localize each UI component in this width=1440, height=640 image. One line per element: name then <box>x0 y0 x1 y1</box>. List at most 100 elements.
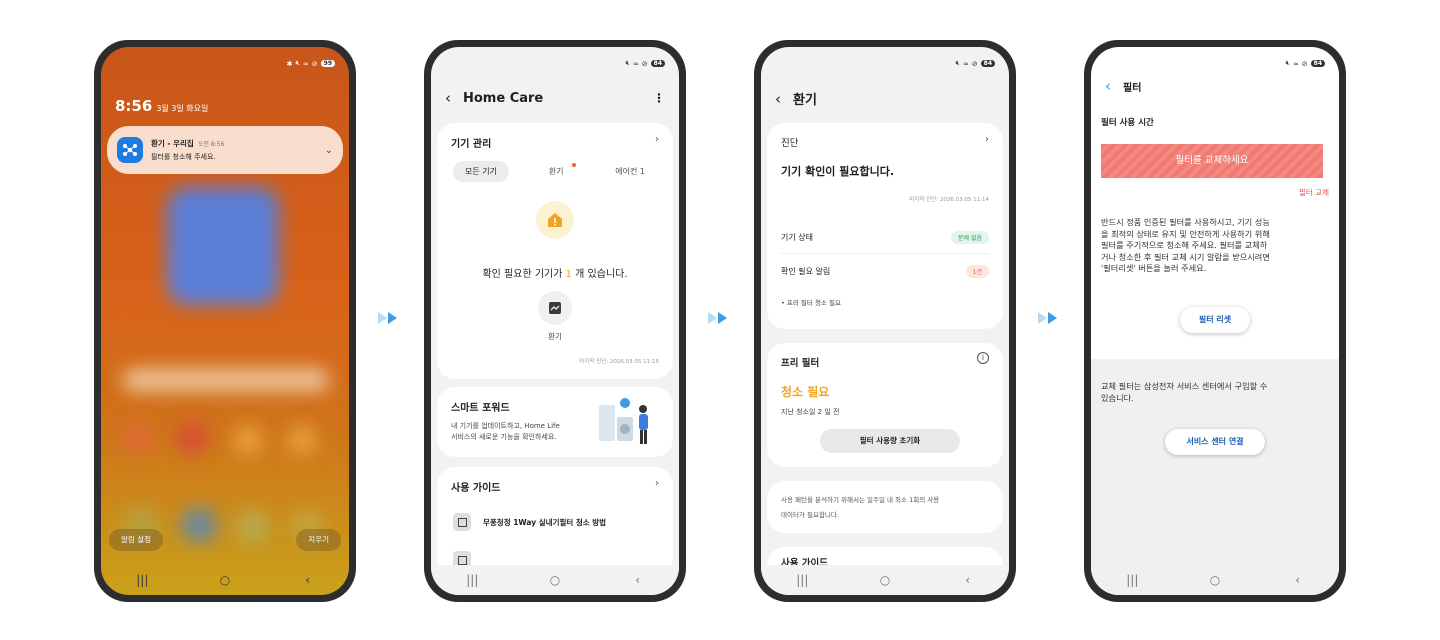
blurred-wallpaper-shape <box>287 425 317 455</box>
recent-apps-icon[interactable]: ||| <box>452 573 492 587</box>
ventilation-device-label: 환기 <box>548 332 562 341</box>
info-icon[interactable]: i <box>977 352 989 364</box>
back-icon[interactable]: ‹ <box>948 573 988 587</box>
blurred-wallpaper-shape <box>123 369 329 391</box>
card-title: 기기 관리 <box>451 139 492 150</box>
bluetooth-icon: ✱ <box>286 59 293 68</box>
back-arrow-icon[interactable]: ‹ <box>775 90 781 108</box>
dnd-icon: ⊘ <box>1301 59 1308 68</box>
recent-apps-icon[interactable]: ||| <box>1112 573 1152 587</box>
message-prefix: 확인 필요한 기기가 <box>482 269 566 280</box>
last-diagnosis-time: 마지막 진단: 2026.03.05 11:14 <box>909 197 989 203</box>
recent-apps-icon[interactable]: ||| <box>782 573 822 587</box>
chevron-right-icon[interactable]: › <box>655 134 659 145</box>
reset-filter-usage-button[interactable]: 필터 사용량 초기화 <box>820 429 960 453</box>
service-center-button[interactable]: 서비스 센터 연결 <box>1165 429 1265 455</box>
clear-notifications-button[interactable]: 지우기 <box>296 529 341 551</box>
guide-item[interactable]: 무풍청정 1Way 실내기필터 청소 방법 <box>453 513 606 531</box>
battery-indicator: 99 <box>320 60 335 67</box>
usage-time-label: 필터 사용 시간 <box>1101 118 1154 128</box>
lock-clock: 8:56 3월 3일 화요일 <box>115 97 208 115</box>
phone-ventilation: 🔇︎ ≈ ⊘ 84 ‹ 환기 진단 › 기기 확인이 필요합니다. 마지막 진단… <box>754 40 1016 602</box>
chevron-right-icon[interactable]: › <box>655 478 659 489</box>
purchase-text: 교체 필터는 삼성전자 서비스 센터에서 구입할 수 있습니다. <box>1101 381 1329 404</box>
alert-item: • 프리 필터 청소 필요 <box>781 299 841 307</box>
alert-label: 확인 필요 알림 <box>781 267 831 276</box>
page-title: Home Care <box>463 90 544 106</box>
navigation-bar: ||| ○ ‹ <box>761 565 1009 595</box>
step-arrow <box>1038 312 1057 324</box>
notification-card[interactable]: 환기 - 우리집 오전 8:56 필터를 청소해 주세요. ⌄ <box>107 126 343 174</box>
back-icon[interactable]: ‹ <box>1278 573 1318 587</box>
note-line: 데이터가 필요합니다. <box>781 511 839 519</box>
usage-guide-card: 사용 가이드 › 무풍청정 1Way 실내기필터 청소 방법 <box>437 467 673 577</box>
notification-title: 환기 - 우리집 <box>151 138 194 148</box>
back-icon[interactable]: ‹ <box>618 573 658 587</box>
app-header: ‹ Home Care ⋮ <box>445 89 665 107</box>
filter-reset-button[interactable]: 필터 리셋 <box>1180 307 1250 333</box>
status-bar: ✱ 🔇︎ ≈ ⊘ 99 <box>287 59 335 68</box>
notification-text: 환기 - 우리집 오전 8:56 필터를 청소해 주세요. <box>151 138 317 163</box>
smart-forward-card[interactable]: 스마트 포워드 내 기기를 업데이트하고, Home Life 서비스의 새로운… <box>437 387 673 457</box>
notification-title-row: 환기 - 우리집 오전 8:56 <box>151 138 317 151</box>
desc-line: 서비스의 새로운 기능을 확인하세요. <box>451 433 557 441</box>
alert-count-badge: 1건 <box>965 265 989 278</box>
navigation-bar: ||| ○ ‹ <box>431 565 679 595</box>
phone-filter: 🔇︎ ≈ ⊘ 84 ‹ 필터 필터 사용 시간 필터를 교체하세요 필터 교체 … <box>1084 40 1346 602</box>
replace-filter-banner: 필터를 교체하세요 <box>1101 144 1323 178</box>
last-cleaned: 지난 청소일 2 일 전 <box>781 408 840 416</box>
battery-indicator: 84 <box>980 60 995 67</box>
blurred-wallpaper-shape <box>177 423 207 453</box>
message-suffix: 개 있습니다. <box>571 269 628 280</box>
device-status-label: 기기 상태 <box>781 233 813 242</box>
last-diagnosis-time: 마지막 진단: 2026.03.05 11:15 <box>579 359 659 365</box>
home-icon[interactable]: ○ <box>535 573 575 587</box>
home-icon[interactable]: ○ <box>1195 573 1235 587</box>
wifi-icon: ≈ <box>632 59 639 68</box>
divider <box>781 253 989 254</box>
dnd-icon: ⊘ <box>971 59 978 68</box>
recent-apps-icon[interactable]: ||| <box>122 573 162 587</box>
more-options-icon[interactable]: ⋮ <box>653 91 665 105</box>
home-icon[interactable]: ○ <box>865 573 905 587</box>
tab-ventilation-label: 환기 <box>548 167 564 176</box>
home-care-screen: 🔇︎ ≈ ⊘ 84 ‹ Home Care ⋮ 기기 관리 › 모든 기기 환기… <box>431 47 679 595</box>
tab-all-devices[interactable]: 모든 기기 <box>453 161 509 182</box>
card-title: 스마트 포워드 <box>451 403 510 414</box>
chevron-down-icon[interactable]: ⌄ <box>325 145 333 156</box>
app-header: ‹ 환기 <box>775 89 995 109</box>
smart-forward-desc: 내 기기를 업데이트하고, Home Life 서비스의 새로운 기능을 확인하… <box>451 421 560 443</box>
mute-icon: 🔇︎ <box>955 59 960 67</box>
blurred-wallpaper-shape <box>167 187 279 305</box>
ventilation-screen: 🔇︎ ≈ ⊘ 84 ‹ 환기 진단 › 기기 확인이 필요합니다. 마지막 진단… <box>761 47 1009 595</box>
status-bar: 🔇︎ ≈ ⊘ 84 <box>625 59 665 68</box>
app-header: ‹ 필터 <box>1105 77 1325 95</box>
back-icon[interactable]: ‹ <box>288 573 328 587</box>
card-title: 프리 필터 <box>781 358 820 369</box>
alarm-settings-button[interactable]: 알림 설정 <box>109 529 163 551</box>
blurred-wallpaper-shape <box>233 425 263 455</box>
purchase-line: 교체 필터는 삼성전자 서비스 센터에서 구입할 수 <box>1101 381 1268 391</box>
device-tabs: 모든 기기 환기 에어컨 1 <box>453 161 657 182</box>
clock-time: 8:56 <box>115 97 153 115</box>
prefilter-card: 프리 필터 i 청소 필요 지난 청소일 2 일 전 필터 사용량 초기화 <box>767 343 1003 467</box>
phone-home-care: 🔇︎ ≈ ⊘ 84 ‹ Home Care ⋮ 기기 관리 › 모든 기기 환기… <box>424 40 686 602</box>
device-management-card: 기기 관리 › 모든 기기 환기 에어컨 1 확인 필요한 기기가 1 개 있습… <box>437 123 673 379</box>
dnd-icon: ⊘ <box>641 59 648 68</box>
battery-indicator: 84 <box>650 60 665 67</box>
tab-ventilation[interactable]: 환기 <box>537 161 576 182</box>
desc-line: 을 최적의 상태로 유지 및 안전하게 사용하기 위해 <box>1101 228 1270 239</box>
tab-aircon[interactable]: 에어컨 1 <box>603 161 657 182</box>
step-arrow <box>378 312 397 324</box>
chevron-right-icon[interactable]: › <box>985 134 989 145</box>
back-arrow-icon[interactable]: ‹ <box>445 89 451 107</box>
notification-body: 필터를 청소해 주세요. <box>151 152 216 161</box>
home-icon[interactable]: ○ <box>205 573 245 587</box>
replace-filter-link[interactable]: 필터 교체 <box>1299 187 1329 198</box>
page-title: 필터 <box>1123 82 1142 94</box>
ventilation-device-icon[interactable] <box>538 291 572 325</box>
back-arrow-icon[interactable]: ‹ <box>1105 77 1111 95</box>
blurred-wallpaper-shape <box>123 423 153 453</box>
blurred-wallpaper-shape <box>235 509 271 545</box>
wifi-icon: ≈ <box>302 59 309 68</box>
